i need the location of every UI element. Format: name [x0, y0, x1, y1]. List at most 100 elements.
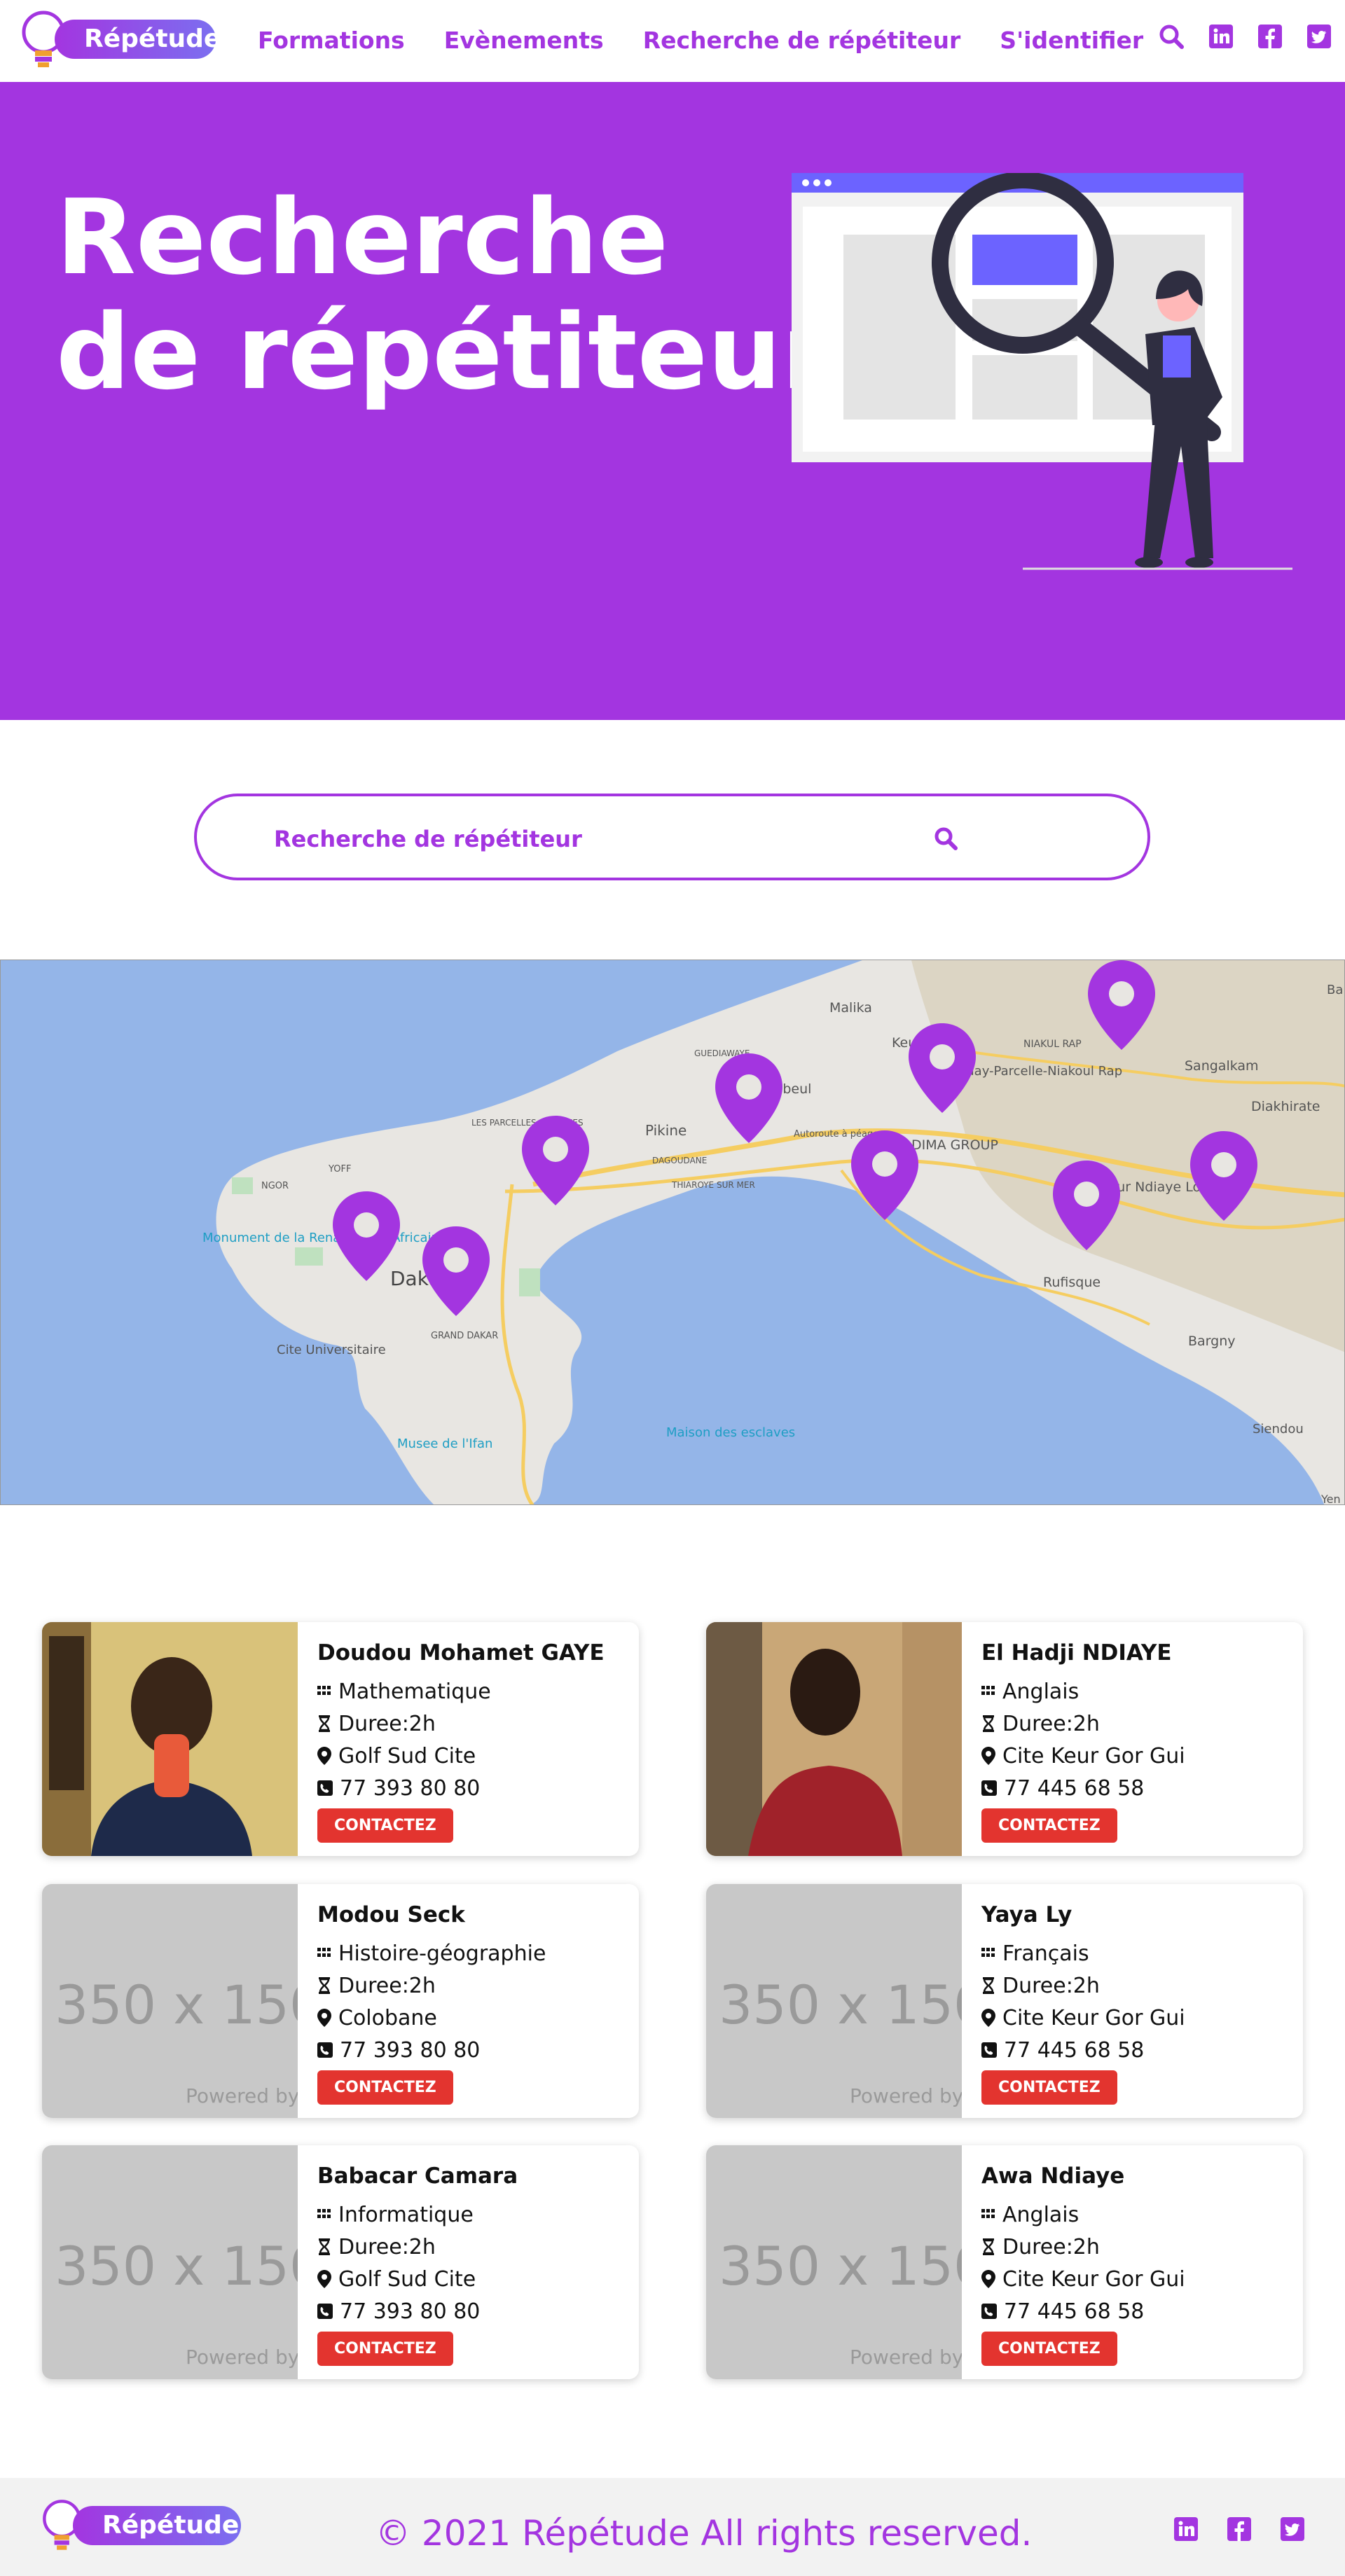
phone-icon [981, 1780, 997, 1796]
placeholder-size-text: 350 x 150 [55, 1974, 298, 2036]
tutor-phone-text: 77 445 68 58 [1004, 2299, 1145, 2324]
tutor-phone: 77 393 80 80 [317, 1772, 605, 1804]
tutor-subject: Anglais [981, 2198, 1185, 2231]
tutor-card[interactable]: 350 x 150 Powered by Awa Ndiaye Anglais … [706, 2145, 1303, 2379]
tutor-location-text: Cite Keur Gor Gui [1002, 1743, 1185, 1768]
contact-button[interactable]: CONTACTEZ [317, 1808, 453, 1843]
tutor-subject: Anglais [981, 1675, 1185, 1708]
tutor-duration: Duree:2h [981, 1708, 1185, 1740]
map-label-rufisque: Rufisque [1043, 1275, 1101, 1290]
search-icon[interactable] [933, 826, 958, 851]
map-label-monument: Monument de la Renaissance Africaine [202, 1231, 447, 1245]
hourglass-icon [983, 1715, 994, 1732]
tutor-duration: Duree:2h [317, 1969, 546, 2002]
tutor-name: El Hadji NDIAYE [981, 1640, 1172, 1666]
tutor-duration: Duree:2h [981, 1969, 1185, 2002]
nav-evenements[interactable]: Evènements [444, 27, 604, 54]
linkedin-icon[interactable] [1174, 2517, 1198, 2541]
grid-icon [317, 1948, 331, 1957]
tutor-name: Awa Ndiaye [981, 2163, 1125, 2189]
tutor-map[interactable]: Malika Keur NIAKUL RAP Sangalkam Diakhir… [0, 960, 1345, 1505]
tutor-subject-text: Français [1002, 1941, 1089, 1966]
tutor-phone-text: 77 445 68 58 [1004, 2037, 1145, 2063]
tutor-location-text: Colobane [338, 2005, 437, 2030]
phone-icon [317, 2042, 333, 2058]
tutor-card[interactable]: 350 x 150 Powered by Yaya Ly Français Du… [706, 1884, 1303, 2118]
map-pin-icon [317, 1747, 331, 1765]
grid-icon [981, 1686, 995, 1695]
nav-sidentifier[interactable]: S'identifier [1000, 27, 1143, 54]
map-label-grand-dakar: GRAND DAKAR [431, 1331, 498, 1341]
tutor-subject: Français [981, 1937, 1185, 1969]
tutor-phone-text: 77 393 80 80 [340, 2299, 481, 2324]
tutor-phone: 77 393 80 80 [317, 2295, 518, 2327]
contact-button[interactable]: CONTACTEZ [981, 2070, 1117, 2105]
facebook-icon[interactable] [1258, 25, 1282, 48]
map-pin-icon [981, 2009, 995, 2027]
tutor-photo-placeholder: 350 x 150 Powered by [42, 2145, 298, 2379]
search-input[interactable]: Recherche de répétiteur [274, 826, 582, 852]
placeholder-powered-text: Powered by [850, 2084, 962, 2107]
nav-icons [1159, 24, 1331, 49]
footer: Répétude © 2021 Répétude All rights rese… [0, 2478, 1345, 2576]
map-label-bargny: Bargny [1188, 1334, 1236, 1349]
tutor-card-body: El Hadji NDIAYE Anglais Duree:2h Cite Ke… [981, 1640, 1185, 1843]
search-icon[interactable] [1159, 24, 1184, 49]
contact-button[interactable]: CONTACTEZ [981, 1808, 1117, 1843]
linkedin-icon[interactable] [1209, 25, 1233, 48]
brand-name: Répétude [55, 20, 221, 59]
grid-icon [981, 2209, 995, 2218]
map-label-bar: Bar [1327, 983, 1345, 997]
twitter-icon[interactable] [1281, 2517, 1304, 2541]
contact-button[interactable]: CONTACTEZ [317, 2070, 453, 2105]
map-label-thiaroye: THIAROYE SUR MER [671, 1180, 755, 1190]
tutor-card-body: Modou Seck Histoire-géographie Duree:2h … [317, 1902, 546, 2105]
nav-recherche-repetiteur[interactable]: Recherche de répétiteur [643, 27, 961, 54]
tutor-subject-text: Informatique [338, 2202, 474, 2227]
hero-title-line-1: Recherche [56, 177, 669, 298]
search-illustration [792, 173, 1292, 570]
tutor-card[interactable]: Doudou Mohamet GAYE Mathematique Duree:2… [42, 1622, 639, 1856]
map-pin-icon [981, 1747, 995, 1765]
map-pin-icon [317, 2270, 331, 2288]
tutor-phone: 77 445 68 58 [981, 2295, 1185, 2327]
footer-brand-name: Répétude [73, 2506, 241, 2545]
map-label-dima-group: DIMA GROUP [911, 1137, 998, 1153]
facebook-icon[interactable] [1227, 2517, 1251, 2541]
nav-formations[interactable]: Formations [258, 27, 405, 54]
tutor-name: Doudou Mohamet GAYE [317, 1640, 605, 1666]
placeholder-powered-text: Powered by [186, 2084, 298, 2107]
tutor-search-box[interactable]: Recherche de répétiteur [194, 794, 1150, 880]
tutor-subject-text: Histoire-géographie [338, 1941, 546, 1966]
hero-title-line-2: de répétiteur [56, 292, 833, 413]
brand-logo[interactable]: Répétude [20, 8, 221, 71]
tutor-card[interactable]: El Hadji NDIAYE Anglais Duree:2h Cite Ke… [706, 1622, 1303, 1856]
footer-copyright: © 2021 Répétude All rights reserved. [375, 2513, 1033, 2554]
contact-button[interactable]: CONTACTEZ [317, 2332, 453, 2366]
tutor-duration: Duree:2h [317, 1708, 605, 1740]
tutor-phone-text: 77 393 80 80 [340, 2037, 481, 2063]
tutor-name: Modou Seck [317, 1902, 465, 1927]
tutor-subject: Mathematique [317, 1675, 605, 1708]
footer-logo[interactable]: Répétude [41, 2496, 244, 2559]
hourglass-icon [319, 2238, 330, 2255]
tutor-duration: Duree:2h [317, 2231, 518, 2263]
map-label-diakhirate: Diakhirate [1251, 1099, 1320, 1114]
contact-button[interactable]: CONTACTEZ [981, 2332, 1117, 2366]
tutor-subject-text: Anglais [1002, 1679, 1080, 1704]
hourglass-icon [983, 2238, 994, 2255]
tutor-card[interactable]: 350 x 150 Powered by Babacar Camara Info… [42, 2145, 639, 2379]
tutor-photo [706, 1622, 962, 1856]
twitter-icon[interactable] [1307, 25, 1331, 48]
map-canvas[interactable]: Malika Keur NIAKUL RAP Sangalkam Diakhir… [1, 960, 1345, 1505]
tutor-subject-text: Anglais [1002, 2202, 1080, 2227]
map-label-yoff: YOFF [328, 1164, 351, 1175]
placeholder-powered-text: Powered by [850, 2346, 962, 2369]
tutor-card-body: Yaya Ly Français Duree:2h Cite Keur Gor … [981, 1902, 1185, 2105]
tutor-duration-text: Duree:2h [1002, 1711, 1100, 1736]
tutor-duration-text: Duree:2h [338, 2234, 436, 2259]
tutor-card[interactable]: 350 x 150 Powered by Modou Seck Histoire… [42, 1884, 639, 2118]
phone-icon [981, 2042, 997, 2058]
phone-icon [317, 2304, 333, 2319]
tutor-location-text: Cite Keur Gor Gui [1002, 2266, 1185, 2292]
